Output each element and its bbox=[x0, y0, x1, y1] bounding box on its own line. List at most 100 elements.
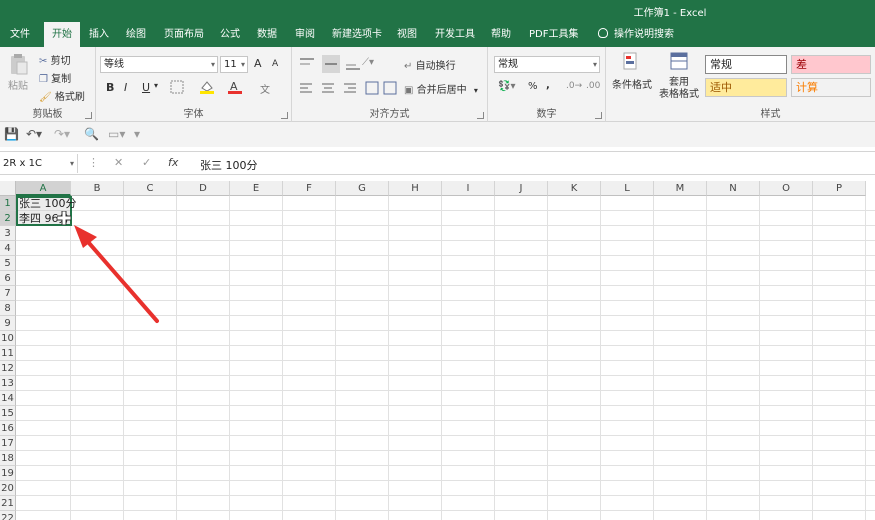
column-header-m[interactable]: M bbox=[654, 181, 707, 196]
bold-button[interactable]: B bbox=[106, 81, 114, 94]
row-header-19[interactable]: 19 bbox=[0, 466, 16, 481]
tab-data[interactable]: 数据 bbox=[257, 22, 277, 47]
underline-dropdown-icon[interactable]: ▾ bbox=[154, 81, 158, 90]
row-header-7[interactable]: 7 bbox=[0, 286, 16, 301]
orientation-icon[interactable]: ⟋▾ bbox=[362, 57, 374, 68]
comma-button[interactable]: , bbox=[546, 80, 550, 91]
row-header-11[interactable]: 11 bbox=[0, 346, 16, 361]
decrease-decimal-icon[interactable]: .00 bbox=[586, 81, 600, 91]
column-header-g[interactable]: G bbox=[336, 181, 389, 196]
column-header-f[interactable]: F bbox=[283, 181, 336, 196]
row-header-3[interactable]: 3 bbox=[0, 226, 16, 241]
column-header-k[interactable]: K bbox=[548, 181, 601, 196]
worksheet-grid[interactable]: ABCDEFGHIJKLMNOP 1 2 3 4 5 6 7 8 9 10 11 12 13 14 15 16… bbox=[0, 181, 875, 520]
alignment-launcher-icon[interactable] bbox=[477, 112, 484, 119]
conditional-format-button[interactable]: 条件格式 bbox=[612, 51, 652, 91]
tab-help[interactable]: 帮助 bbox=[491, 22, 511, 47]
row-header-22[interactable]: 22 bbox=[0, 511, 16, 520]
tab-pdf-tools[interactable]: PDF工具集 bbox=[529, 22, 578, 47]
tab-view[interactable]: 视图 bbox=[397, 22, 417, 47]
tab-formulas[interactable]: 公式 bbox=[220, 22, 240, 47]
name-box[interactable]: 2R x 1C bbox=[0, 154, 78, 173]
font-color-icon[interactable]: A bbox=[226, 79, 244, 95]
cell-A1[interactable]: 张三 100分 bbox=[16, 197, 77, 211]
style-calculation[interactable]: 计算 bbox=[791, 78, 871, 97]
row-header-9[interactable]: 9 bbox=[0, 316, 16, 331]
column-header-o[interactable]: O bbox=[760, 181, 813, 196]
row-header-4[interactable]: 4 bbox=[0, 241, 16, 256]
format-as-table-button[interactable]: 套用 表格格式 bbox=[654, 51, 704, 101]
font-name-select[interactable]: 等线 bbox=[100, 56, 218, 73]
row-header-16[interactable]: 16 bbox=[0, 421, 16, 436]
column-header-b[interactable]: B bbox=[71, 181, 124, 196]
column-header-e[interactable]: E bbox=[230, 181, 283, 196]
row-header-17[interactable]: 17 bbox=[0, 436, 16, 451]
fill-color-icon[interactable] bbox=[198, 79, 216, 95]
row-header-13[interactable]: 13 bbox=[0, 376, 16, 391]
row-header-14[interactable]: 14 bbox=[0, 391, 16, 406]
number-launcher-icon[interactable] bbox=[595, 112, 602, 119]
style-normal[interactable]: 常规 bbox=[705, 55, 787, 74]
wrap-text-button[interactable]: ↵ 自动换行 bbox=[404, 57, 456, 73]
tab-new[interactable]: 新建选项卡 bbox=[332, 22, 382, 47]
row-header-21[interactable]: 21 bbox=[0, 496, 16, 511]
cancel-icon[interactable]: ✕ bbox=[114, 156, 123, 169]
redo-icon[interactable]: ↷▾ bbox=[54, 127, 70, 141]
tab-home[interactable]: 开始 bbox=[44, 22, 80, 47]
font-launcher-icon[interactable] bbox=[281, 112, 288, 119]
copy-button[interactable]: ❐ 复制 bbox=[39, 70, 71, 86]
style-bad[interactable]: 差 bbox=[791, 55, 871, 74]
increase-decimal-icon[interactable]: .0→ bbox=[566, 81, 582, 91]
font-size-select[interactable]: 11 bbox=[220, 56, 248, 73]
print-preview-icon[interactable]: 🔍 bbox=[84, 127, 99, 141]
cut-button[interactable]: ✂ 剪切 bbox=[39, 52, 71, 68]
style-neutral[interactable]: 适中 bbox=[705, 78, 787, 97]
border-icon[interactable] bbox=[170, 80, 186, 94]
phonetic-icon[interactable]: 文 bbox=[260, 81, 270, 96]
save-icon[interactable]: 💾 bbox=[4, 127, 19, 141]
percent-button[interactable]: % bbox=[528, 81, 538, 92]
clipboard-launcher-icon[interactable] bbox=[85, 112, 92, 119]
row-header-6[interactable]: 6 bbox=[0, 271, 16, 286]
column-header-d[interactable]: D bbox=[177, 181, 230, 196]
customize-qat-icon[interactable]: ▾ bbox=[134, 127, 140, 141]
paste-button[interactable]: 粘贴 bbox=[6, 53, 30, 92]
column-header-h[interactable]: H bbox=[389, 181, 442, 196]
tell-me-search[interactable]: 操作说明搜索 bbox=[598, 22, 674, 47]
row-header-15[interactable]: 15 bbox=[0, 406, 16, 421]
column-header-n[interactable]: N bbox=[707, 181, 760, 196]
enter-icon[interactable]: ✓ bbox=[142, 156, 151, 169]
screenshot-icon[interactable]: ▭▾ bbox=[108, 127, 125, 141]
tab-review[interactable]: 审阅 bbox=[295, 22, 315, 47]
column-header-i[interactable]: I bbox=[442, 181, 495, 196]
formula-input[interactable]: 张三 100分 bbox=[200, 157, 258, 173]
tab-insert[interactable]: 插入 bbox=[89, 22, 109, 47]
undo-icon[interactable]: ↶▾ bbox=[26, 127, 42, 141]
row-header-5[interactable]: 5 bbox=[0, 256, 16, 271]
horizontal-align-icons[interactable] bbox=[298, 81, 398, 95]
row-header-8[interactable]: 8 bbox=[0, 301, 16, 316]
column-header-p[interactable]: P bbox=[813, 181, 866, 196]
column-header-j[interactable]: J bbox=[495, 181, 548, 196]
currency-icon[interactable]: 💱▾ bbox=[498, 81, 515, 92]
insert-function-icon[interactable]: fx bbox=[168, 156, 178, 169]
italic-button[interactable]: I bbox=[124, 81, 127, 94]
row-header-1[interactable]: 1 bbox=[0, 196, 16, 211]
format-painter-button[interactable]: 🖌 格式刷 bbox=[39, 88, 85, 104]
tab-developer[interactable]: 开发工具 bbox=[435, 22, 475, 47]
grow-font-button[interactable]: A bbox=[254, 57, 262, 70]
underline-button[interactable]: U bbox=[142, 81, 150, 94]
row-header-18[interactable]: 18 bbox=[0, 451, 16, 466]
column-header-a[interactable]: A bbox=[16, 181, 71, 196]
tab-file[interactable]: 文件 bbox=[10, 22, 30, 47]
tab-page-layout[interactable]: 页面布局 bbox=[164, 22, 204, 47]
row-header-2[interactable]: 2 bbox=[0, 211, 16, 226]
row-header-20[interactable]: 20 bbox=[0, 481, 16, 496]
vertical-align-icons[interactable] bbox=[298, 55, 493, 73]
tab-draw[interactable]: 绘图 bbox=[126, 22, 146, 47]
shrink-font-button[interactable]: A bbox=[272, 59, 278, 69]
number-format-select[interactable]: 常规 bbox=[494, 56, 600, 73]
column-header-c[interactable]: C bbox=[124, 181, 177, 196]
row-header-10[interactable]: 10 bbox=[0, 331, 16, 346]
merge-center-button[interactable]: ▣ 合并后居中 ▾ bbox=[404, 81, 478, 97]
